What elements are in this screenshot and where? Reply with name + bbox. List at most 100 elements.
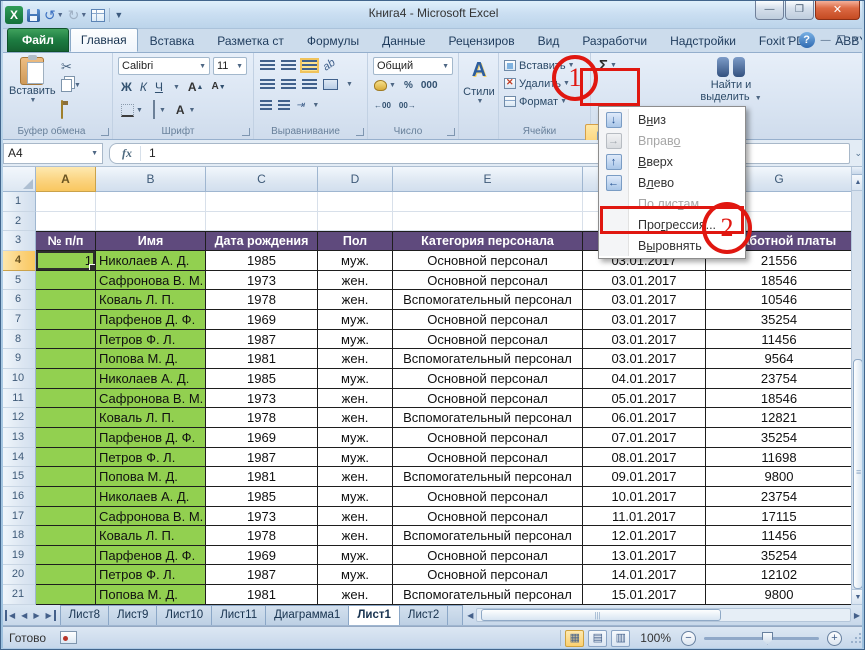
cell-A5[interactable] <box>36 271 96 291</box>
next-sheet-icon[interactable]: ▶ <box>31 610 41 621</box>
cell-A4[interactable]: 1 <box>36 251 96 271</box>
cell-E14[interactable]: Основной персонал <box>393 448 583 468</box>
minimize-button[interactable]: — <box>755 1 784 20</box>
hscroll-left-icon[interactable]: ◀ <box>464 611 476 620</box>
workbook-restore-icon[interactable]: ❐ <box>837 35 846 46</box>
cell-B7[interactable]: Парфенов Д. Ф. <box>96 310 206 330</box>
cell-D9[interactable]: жен. <box>318 349 393 369</box>
cell-G14[interactable]: 11698 <box>706 448 853 468</box>
font-size-select[interactable]: 11▼ <box>213 57 247 75</box>
cell-E9[interactable]: Вспомогательный персонал <box>393 349 583 369</box>
cell-E5[interactable]: Основной персонал <box>393 271 583 291</box>
cell-C15[interactable]: 1981 <box>206 467 318 487</box>
cell-B8[interactable]: Петров Ф. Л. <box>96 330 206 350</box>
cell-D16[interactable]: муж. <box>318 487 393 507</box>
number-format-select[interactable]: Общий▼ <box>373 57 453 75</box>
cell-E12[interactable]: Вспомогательный персонал <box>393 408 583 428</box>
cell-B3[interactable]: Имя <box>96 231 206 251</box>
cell-G17[interactable]: 17115 <box>706 507 853 527</box>
cell-F15[interactable]: 09.01.2017 <box>583 467 706 487</box>
cell-E20[interactable]: Основной персонал <box>393 565 583 585</box>
borders-button[interactable]: ▼ <box>121 104 143 117</box>
orientation-button[interactable]: ab <box>321 57 338 74</box>
page-layout-view-icon[interactable]: ▤ <box>588 630 607 647</box>
cell-C8[interactable]: 1987 <box>206 330 318 350</box>
cell-C10[interactable]: 1985 <box>206 369 318 389</box>
row-header-10[interactable]: 10 <box>1 369 36 389</box>
select-all-corner[interactable] <box>1 167 36 192</box>
cell-C9[interactable]: 1981 <box>206 349 318 369</box>
cell-A7[interactable] <box>36 310 96 330</box>
zoom-slider-thumb[interactable] <box>762 632 773 645</box>
align-right-button[interactable] <box>302 79 317 90</box>
last-sheet-icon[interactable]: ▶ <box>43 610 55 621</box>
cell-D21[interactable]: жен. <box>318 585 393 605</box>
cell-F11[interactable]: 05.01.2017 <box>583 389 706 409</box>
cell-A20[interactable] <box>36 565 96 585</box>
merge-center-button[interactable] <box>323 79 338 90</box>
cell-B4[interactable]: Николаев А. Д. <box>96 251 206 271</box>
row-header-11[interactable]: 11 <box>1 389 36 409</box>
collapse-ribbon-icon[interactable]: ⌃ <box>785 35 793 46</box>
cell-C1[interactable] <box>206 192 318 212</box>
sheet-tab-Лист1[interactable]: Лист1 <box>348 605 400 625</box>
expand-formula-bar-icon[interactable]: ⌄ <box>854 148 862 159</box>
find-select-button[interactable]: Найти ивыделить ▼ <box>699 53 763 105</box>
cell-B2[interactable] <box>96 212 206 232</box>
bold-button[interactable]: Ж <box>121 80 132 94</box>
cell-E3[interactable]: Категория персонала <box>393 231 583 251</box>
sheet-tab-Лист9[interactable]: Лист9 <box>108 605 157 625</box>
cell-G16[interactable]: 23754 <box>706 487 853 507</box>
cell-A12[interactable] <box>36 408 96 428</box>
menu-item-Вл[interactable]: ←Влево <box>599 172 745 193</box>
cell-A15[interactable] <box>36 467 96 487</box>
cell-G20[interactable]: 12102 <box>706 565 853 585</box>
underline-button[interactable]: Ч <box>155 80 163 94</box>
cell-C2[interactable] <box>206 212 318 232</box>
prev-sheet-icon[interactable]: ◀ <box>19 610 29 621</box>
wrap-text-button[interactable]: ⇥ <box>296 100 304 111</box>
cell-F10[interactable]: 04.01.2017 <box>583 369 706 389</box>
align-left-button[interactable] <box>260 79 275 90</box>
increase-indent-button[interactable] <box>278 100 290 111</box>
workbook-close-icon[interactable]: ✕ <box>852 35 860 46</box>
align-bottom-button[interactable] <box>302 60 317 71</box>
cell-B1[interactable] <box>96 192 206 212</box>
column-header-A[interactable]: A <box>36 167 96 192</box>
tab-home[interactable]: Главная <box>70 28 138 52</box>
row-header-15[interactable]: 15 <box>1 467 36 487</box>
cell-E2[interactable] <box>393 212 583 232</box>
cell-E13[interactable]: Основной персонал <box>393 428 583 448</box>
cell-F21[interactable]: 15.01.2017 <box>583 585 706 605</box>
cell-G7[interactable]: 35254 <box>706 310 853 330</box>
cell-D20[interactable]: муж. <box>318 565 393 585</box>
horizontal-scrollbar[interactable]: ◀ ▶ <box>464 607 864 623</box>
tab-addins[interactable]: Надстройки <box>659 29 747 52</box>
cell-C20[interactable]: 1987 <box>206 565 318 585</box>
page-break-view-icon[interactable]: ▥ <box>611 630 630 647</box>
cell-A11[interactable] <box>36 389 96 409</box>
font-dialog-launcher-icon[interactable] <box>242 128 250 136</box>
cell-D10[interactable]: муж. <box>318 369 393 389</box>
cell-B6[interactable]: Коваль Л. П. <box>96 290 206 310</box>
cell-D7[interactable]: муж. <box>318 310 393 330</box>
cell-C18[interactable]: 1978 <box>206 526 318 546</box>
hscroll-track[interactable] <box>476 608 850 622</box>
column-header-B[interactable]: B <box>96 167 206 192</box>
cell-D13[interactable]: муж. <box>318 428 393 448</box>
cell-A9[interactable] <box>36 349 96 369</box>
row-header-21[interactable]: 21 <box>1 585 36 605</box>
cell-A3[interactable]: № п/п <box>36 231 96 251</box>
cell-D17[interactable]: жен. <box>318 507 393 527</box>
sheet-tab-Лист11[interactable]: Лист11 <box>211 605 266 625</box>
row-header-16[interactable]: 16 <box>1 487 36 507</box>
tab-review[interactable]: Рецензиров <box>437 29 525 52</box>
zoom-out-icon[interactable]: − <box>681 631 696 646</box>
cell-B20[interactable]: Петров Ф. Л. <box>96 565 206 585</box>
cell-F14[interactable]: 08.01.2017 <box>583 448 706 468</box>
cell-E18[interactable]: Вспомогательный персонал <box>393 526 583 546</box>
cell-A19[interactable] <box>36 546 96 566</box>
hscroll-thumb[interactable] <box>481 609 721 621</box>
cell-F12[interactable]: 06.01.2017 <box>583 408 706 428</box>
cell-B9[interactable]: Попова М. Д. <box>96 349 206 369</box>
